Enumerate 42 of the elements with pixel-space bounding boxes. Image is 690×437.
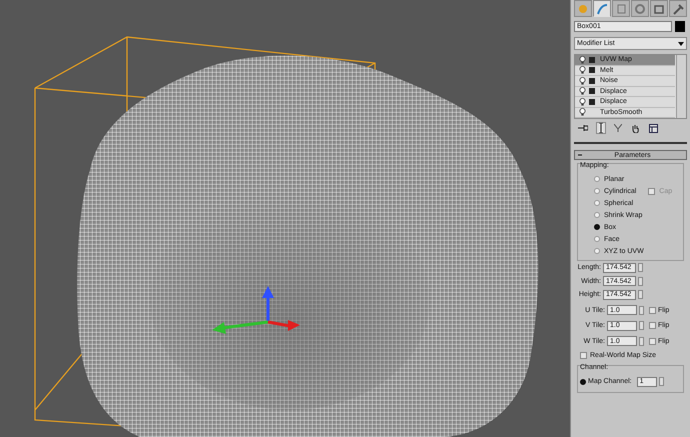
panel-tab[interactable] <box>669 0 687 17</box>
radio-button[interactable] <box>594 176 600 182</box>
checkbox[interactable] <box>648 188 656 194</box>
spinner-icon[interactable] <box>658 377 664 386</box>
panel-tab[interactable] <box>574 0 592 17</box>
color-swatch[interactable] <box>675 21 685 32</box>
radio-button[interactable] <box>594 212 600 218</box>
radio-button[interactable] <box>594 200 600 206</box>
panel-tab[interactable] <box>593 0 611 17</box>
lightbulb-icon[interactable] <box>579 98 586 106</box>
checkbox[interactable] <box>649 306 656 314</box>
axis-gizmo-icon[interactable] <box>212 286 300 334</box>
ring-icon <box>633 2 647 16</box>
radio-button[interactable] <box>580 378 586 385</box>
checkbox[interactable] <box>580 352 587 359</box>
caret-icon <box>678 42 684 46</box>
panel-tab[interactable] <box>650 0 668 17</box>
lightbulb-icon[interactable] <box>579 56 586 64</box>
curve-icon <box>595 2 609 16</box>
lightbulb-icon[interactable] <box>579 87 586 96</box>
stack-icon[interactable] <box>596 122 606 134</box>
expand-icon[interactable] <box>589 88 595 94</box>
hammer-icon <box>671 2 685 16</box>
radio-button[interactable] <box>594 224 600 230</box>
viewport[interactable] <box>0 0 570 437</box>
panel-tab[interactable] <box>612 0 630 17</box>
lightbulb-icon[interactable] <box>579 66 586 74</box>
lightbulb-icon[interactable] <box>579 76 586 85</box>
fork-icon[interactable] <box>612 122 624 134</box>
expand-icon[interactable] <box>589 78 595 84</box>
grid-icon[interactable] <box>647 122 660 134</box>
radio-button[interactable] <box>594 188 600 194</box>
hand-icon[interactable] <box>630 122 641 134</box>
expand-icon[interactable] <box>589 67 595 74</box>
checkbox[interactable] <box>649 338 656 345</box>
radio-button[interactable] <box>594 236 600 242</box>
radio-button[interactable] <box>594 248 600 254</box>
panel-tab[interactable] <box>631 0 649 17</box>
checkbox[interactable] <box>649 322 656 330</box>
pin-icon[interactable] <box>576 122 590 134</box>
expand-icon[interactable] <box>589 98 595 105</box>
lightbulb-icon[interactable] <box>579 108 586 116</box>
